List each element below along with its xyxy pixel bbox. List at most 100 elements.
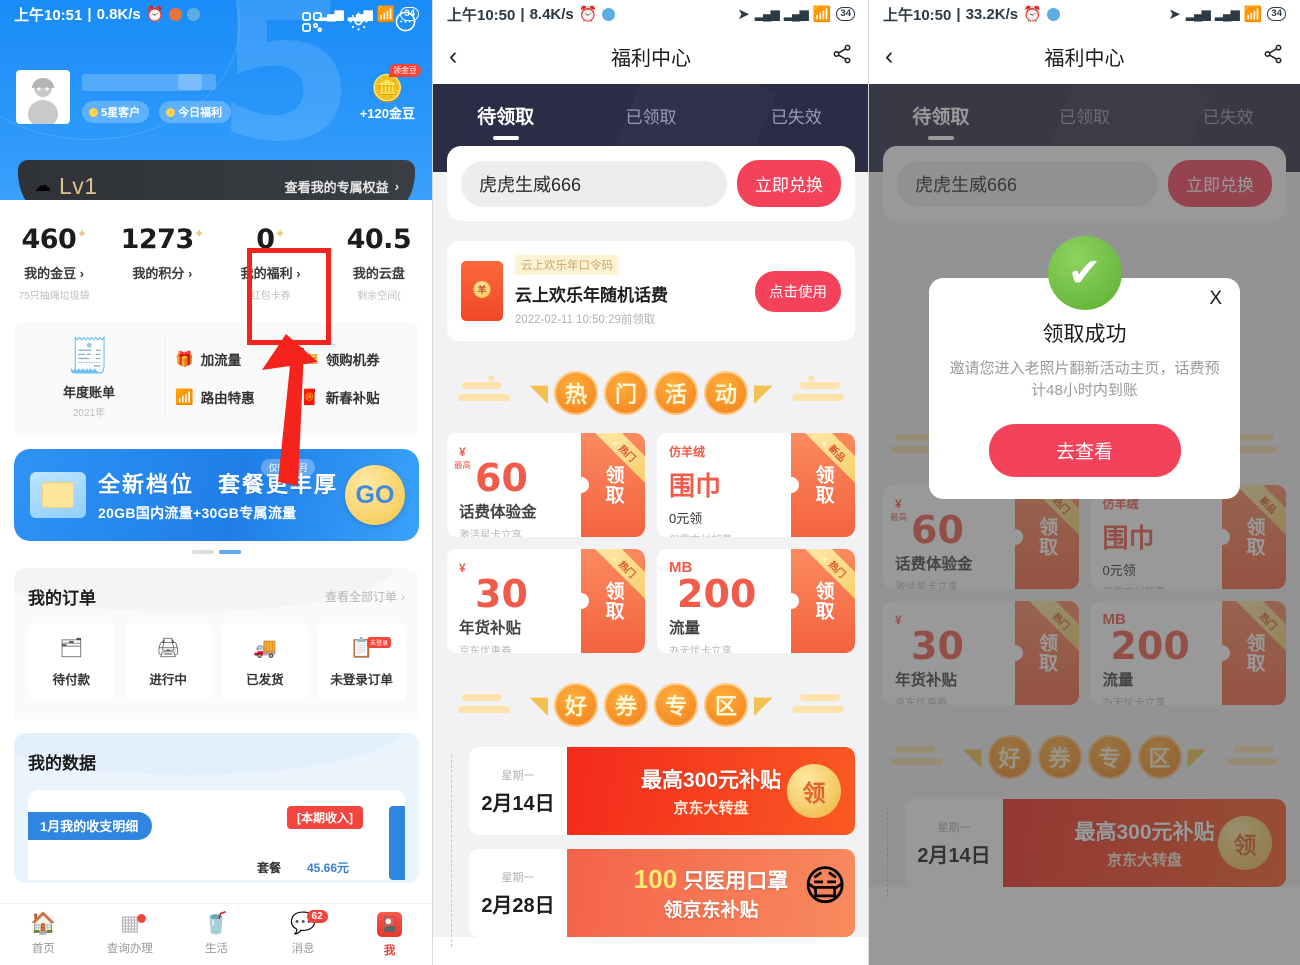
stat-points[interactable]: 1273✦ 我的积分 › 可兑换好礼 — [108, 224, 216, 302]
stat-label: 我的积分 — [132, 266, 185, 281]
scan-qr-icon[interactable] — [301, 11, 323, 33]
sidebar-item-home[interactable]: 🏠 首页 — [0, 904, 87, 965]
section-char-4: 动 — [704, 371, 748, 415]
panel-welfare-center: 上午10:50 | 8.4K/s ⏰ ➤ ▂▄▆ ▂▄▆ 📶 34 ‹ 福利中心 — [433, 0, 869, 965]
stat-gold-beans[interactable]: 460✦ 我的金豆 › 75只抽绳垃圾袋 — [0, 224, 108, 302]
account-body: 460✦ 我的金豆 › 75只抽绳垃圾袋 1273✦ 我的积分 › 可兑换好礼 … — [0, 200, 433, 883]
sidebar-item-messages[interactable]: 62 💬 消息 — [260, 904, 347, 965]
ticket-claim-button[interactable]: 热门 ✦ 领取 — [581, 433, 645, 537]
sidebar-item-me[interactable]: 🎴 我 — [346, 904, 433, 965]
timeline-rail — [451, 755, 452, 947]
section-title-hot-activities: ◥ 热 门 活 动 ◤ — [433, 363, 869, 423]
sparkle-icon: ✦ — [820, 555, 829, 566]
mydata-card[interactable]: 1月我的收支明细 [本期收入] 套餐 45.66元 — [28, 790, 405, 880]
tab-expired[interactable]: 已失效 — [724, 103, 869, 128]
chip-star-customer[interactable]: 5星客户 — [82, 101, 150, 123]
stat-label: 我的金豆 — [24, 266, 77, 281]
use-coupon-button[interactable]: 点击使用 — [755, 270, 841, 312]
ticket-card[interactable]: 仿羊绒 围巾 0元领 仅需支付邮费 新品 ✦ 领取 — [657, 433, 855, 537]
order-cell-label: 待付款 — [52, 673, 91, 687]
go-view-button[interactable]: 去查看 — [988, 423, 1181, 477]
ticket-unit: ¥ — [459, 561, 466, 575]
gift-icon — [166, 107, 176, 117]
three-panel-screenshot: 5 上午10:51 | 0.8K/s ⏰ ▂▄▆ ▂▄▆ 📶 34 5星客户 今… — [0, 0, 1300, 965]
ticket-claim-button[interactable]: 热门 ✦ 领取 — [791, 549, 855, 653]
mydata-section: 我的数据 1月我的收支明细 [本期收入] 套餐 45.66元 — [14, 733, 419, 883]
chip-daily-welfare[interactable]: 今日福利 — [159, 101, 232, 123]
cloud-ornament-icon — [457, 690, 524, 720]
timeline-item[interactable]: 星期一 2月28日 100 只医用口罩 领京东补贴 😷 — [469, 849, 855, 937]
modal-scrim[interactable] — [869, 84, 1300, 965]
level-link[interactable]: 查看我的专属权益 › — [285, 177, 399, 196]
sparkle-icon: ✦ — [820, 439, 829, 450]
order-cell-in-progress[interactable]: 🖨 进行中 — [124, 623, 212, 701]
ticket-sub2: 0元领 — [669, 511, 703, 526]
carousel-dots[interactable] — [0, 550, 433, 554]
timeline-sub: 京东大转盘 — [673, 800, 749, 817]
ticket-max-label: 最高 — [454, 460, 472, 470]
ticket-card[interactable]: MB 200 流量 办无忧卡立享 热门 ✦ 领取 — [657, 549, 855, 653]
avatar[interactable] — [16, 70, 70, 124]
tab-pending[interactable]: 待领取 — [433, 102, 578, 129]
cup-icon: 🥤 — [203, 912, 230, 935]
section-char-3: 专 — [654, 683, 698, 727]
order-cell-unpaid[interactable]: 🗂 待付款 — [28, 623, 115, 701]
view-all-orders-label: 查看全部订单 — [324, 590, 397, 604]
annual-bill-card[interactable]: 🧾 年度账单 2021年 — [14, 336, 164, 419]
level-bar[interactable]: ☁ Lv1 查看我的专属权益 › — [18, 160, 415, 200]
panel-claim-success: 上午10:50 | 33.2K/s ⏰ ➤ ▂▄▆ ▂▄▆ 📶 34 ‹ 福利中… — [869, 0, 1300, 965]
chip-label: 5星客户 — [101, 107, 141, 119]
chevron-right-icon: › — [401, 589, 405, 604]
close-icon[interactable]: X — [1209, 288, 1222, 310]
bottom-tab-bar: 🏠 首页 ▦ 查询办理 🥤 生活 62 💬 消息 🎴 我 — [0, 903, 433, 965]
income-detail-tag: 1月我的收支明细 — [28, 812, 153, 840]
order-cell-shipped[interactable]: 🚚 已发货 — [221, 623, 309, 701]
in-progress-icon: 🖨 — [156, 638, 181, 659]
ticket-name: 流量 — [669, 620, 701, 637]
signal-2-icon: ▂▄▆ — [783, 7, 809, 21]
section-title-coupon-zone: ◥ 好 券 专 区 ◤ — [433, 675, 869, 735]
status-network-speed: 33.2K/s — [965, 5, 1019, 23]
more-dots-icon[interactable] — [394, 10, 417, 33]
beans-tag: 领金豆 — [389, 64, 421, 77]
timeline-number: 100 — [633, 864, 678, 894]
timeline-item[interactable]: 星期一 2月14日 最高300元补贴 京东大转盘 领 — [469, 747, 855, 835]
gear-icon[interactable] — [347, 10, 370, 33]
stat-my-welfare[interactable]: 0✦ 我的福利 › 红包卡券 — [217, 224, 325, 302]
carousel-dot[interactable] — [192, 550, 214, 554]
wallet-icon: 🗂 — [59, 638, 84, 659]
view-all-orders-link[interactable]: 查看全部订单 › — [325, 588, 405, 605]
tab-label: 消息 — [291, 943, 315, 955]
sparkle-icon: ✦ — [610, 555, 619, 566]
tab-claimed[interactable]: 已领取 — [578, 103, 723, 128]
signal-1-icon: ▂▄▆ — [754, 7, 780, 21]
redeem-now-button[interactable]: 立即兑换 — [737, 160, 841, 207]
alarm-clock-icon: ⏰ — [578, 5, 598, 23]
chevron-right-icon: › — [394, 178, 399, 194]
stat-cloud-drive[interactable]: 40.5 我的云盘 剩余空间( — [325, 224, 433, 302]
masked-username-extra — [178, 74, 216, 90]
ticket-claim-button[interactable]: 新品 ✦ 领取 — [791, 433, 855, 537]
globe-icon — [1046, 7, 1060, 21]
ticket-name: 话费体验金 — [459, 504, 537, 521]
ticket-card[interactable]: ¥ 30 年货补贴 京东优惠券 热门 ✦ 领取 — [447, 549, 645, 653]
sidebar-item-life[interactable]: 🥤 生活 — [173, 904, 260, 965]
ticket-claim-button[interactable]: 热门 ✦ 领取 — [581, 549, 645, 653]
activity-timeline: 星期一 2月14日 最高300元补贴 京东大转盘 领 星期一 2月28日 100… — [433, 747, 869, 947]
order-cell-guest-order[interactable]: 未登录 📋 未登录订单 — [318, 623, 405, 701]
redeem-code-input[interactable]: 虎虎生威666 — [461, 160, 727, 207]
signal-1-icon: ▂▄▆ — [1185, 7, 1211, 21]
sparkle-icon: ✦ — [610, 439, 619, 450]
section-char-3: 活 — [654, 371, 698, 415]
ticket-notch — [791, 593, 799, 609]
gold-beans-widget[interactable]: 领金豆 🪙 +120金豆 — [360, 64, 421, 122]
sidebar-item-services[interactable]: ▦ 查询办理 — [87, 904, 174, 965]
coupon-list-item[interactable]: 羊 云上欢乐年口令码 云上欢乐年随机话费 2022-02-11 10:50:29… — [447, 241, 855, 341]
message-count-badge: 62 — [306, 910, 328, 923]
tab-label: 首页 — [31, 943, 55, 955]
ticket-card[interactable]: ¥ 最高 60 话费体验金 激活星卡立享 热门 ✦ 领取 — [447, 433, 645, 537]
sparkle-icon: ✦ — [193, 227, 205, 242]
gold-wing-right-icon: ◤ — [754, 379, 773, 407]
ticket-sub: 激活星卡立享 — [459, 529, 522, 537]
carousel-dot-active[interactable] — [219, 550, 241, 554]
